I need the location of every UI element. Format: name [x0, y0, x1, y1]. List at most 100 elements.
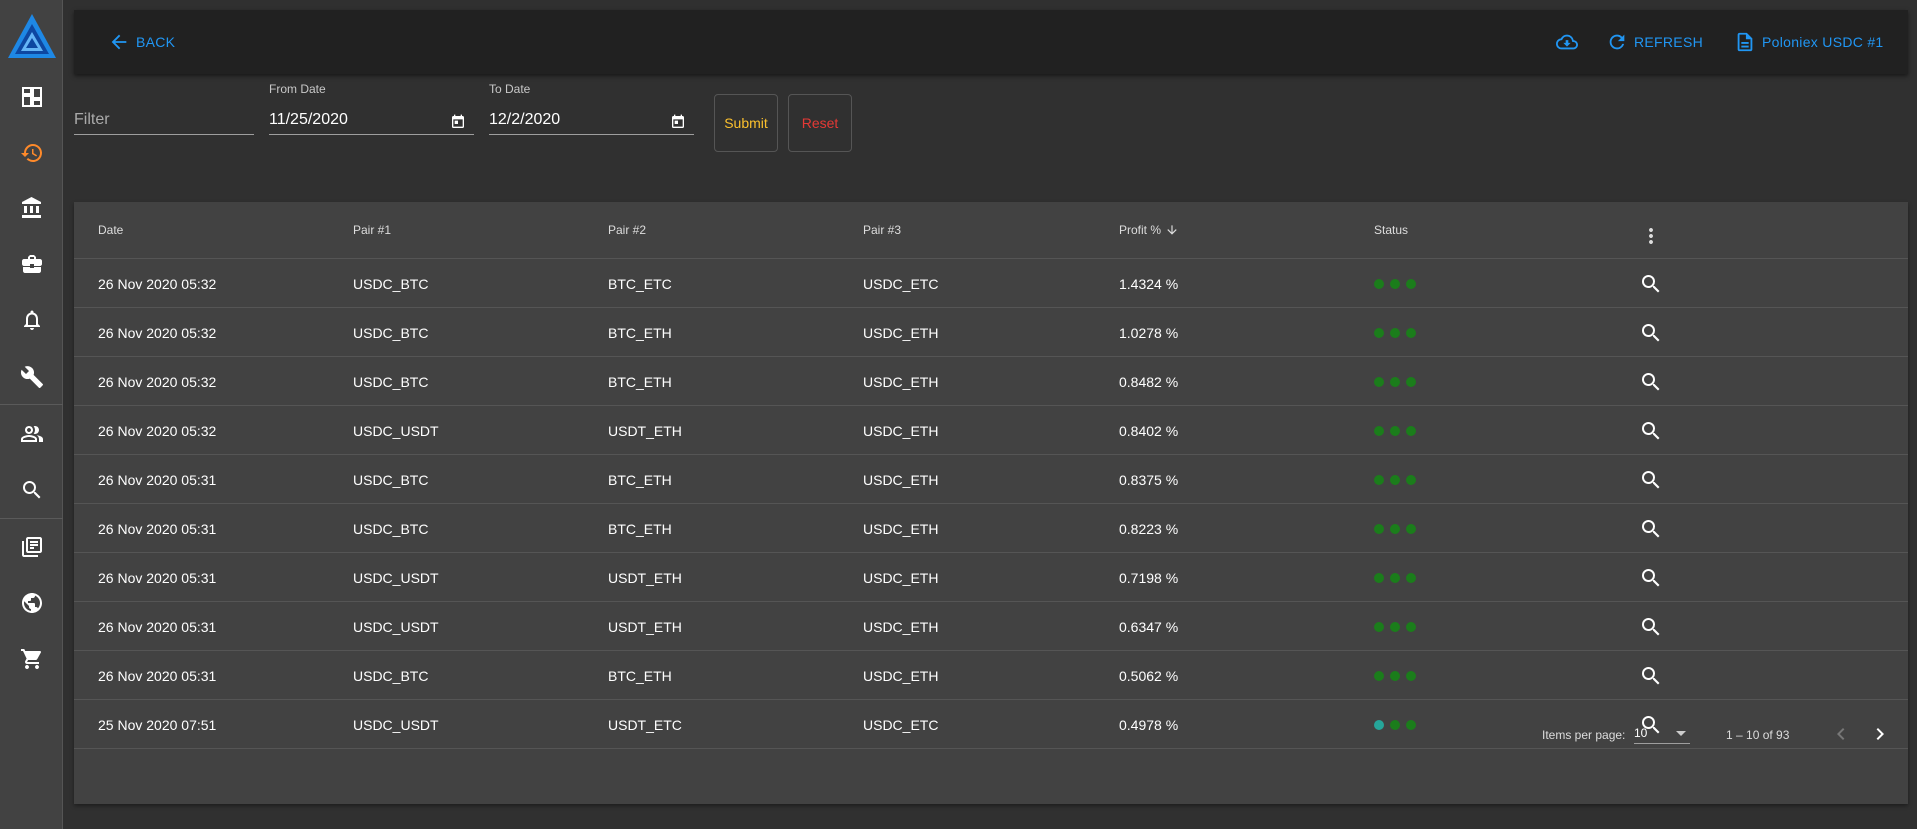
- submit-button[interactable]: Submit: [714, 94, 778, 152]
- magnify-icon[interactable]: [1639, 468, 1663, 492]
- status-dot: [1406, 279, 1416, 289]
- cell-pair1: USDC_BTC: [353, 325, 429, 341]
- refresh-label: REFRESH: [1634, 34, 1703, 50]
- arrow-left-icon: [111, 34, 127, 50]
- table-row[interactable]: 26 Nov 2020 05:31 USDC_BTC BTC_ETH USDC_ETH…: [74, 455, 1908, 504]
- cell-pair2: BTC_ETC: [608, 276, 672, 292]
- table-row[interactable]: 26 Nov 2020 05:32 USDC_BTC BTC_ETH USDC_ETH…: [74, 357, 1908, 406]
- column-header-profit[interactable]: Profit %: [1119, 223, 1179, 237]
- magnify-icon[interactable]: [1639, 517, 1663, 541]
- cell-pair2: BTC_ETH: [608, 374, 672, 390]
- cell-profit: 0.8223 %: [1119, 521, 1179, 537]
- magnify-icon[interactable]: [1639, 615, 1663, 639]
- filter-input[interactable]: Filter: [74, 104, 254, 135]
- status-dot: [1374, 573, 1384, 583]
- table-row[interactable]: 26 Nov 2020 05:31 USDC_USDT USDT_ETH USDC_E…: [74, 553, 1908, 602]
- account-button[interactable]: Poloniex USDC #1: [1734, 28, 1884, 56]
- briefcase-icon[interactable]: [0, 244, 63, 284]
- reset-button[interactable]: Reset: [788, 94, 852, 152]
- table-row[interactable]: 26 Nov 2020 05:32 USDC_BTC BTC_ETH USDC_ETH…: [74, 308, 1908, 357]
- cell-profit: 0.8482 %: [1119, 374, 1179, 390]
- dashboard-icon[interactable]: [0, 77, 63, 117]
- status-dot: [1374, 475, 1384, 485]
- cell-pair1: USDC_BTC: [353, 374, 429, 390]
- status-dot: [1374, 279, 1384, 289]
- magnify-icon[interactable]: [1639, 566, 1663, 590]
- column-header-pair1[interactable]: Pair #1: [353, 223, 391, 237]
- search-icon[interactable]: [0, 470, 63, 510]
- table-row[interactable]: 26 Nov 2020 05:31 USDC_BTC BTC_ETH USDC_ETH…: [74, 504, 1908, 553]
- cell-pair3: USDC_ETH: [863, 325, 939, 341]
- history-icon[interactable]: [0, 133, 63, 173]
- cell-profit: 0.5062 %: [1119, 668, 1179, 684]
- status-dot: [1374, 524, 1384, 534]
- back-button[interactable]: BACK: [108, 28, 175, 56]
- to-date-label: To Date: [489, 82, 531, 96]
- refresh-button[interactable]: REFRESH: [1606, 28, 1703, 56]
- column-header-pair3[interactable]: Pair #3: [863, 223, 901, 237]
- calendar-icon[interactable]: [670, 114, 686, 130]
- next-page-icon[interactable]: [1868, 722, 1892, 746]
- status-dot: [1374, 328, 1384, 338]
- paginator: Items per page: 10 1 – 10 of 93: [74, 706, 1908, 762]
- previous-page-icon[interactable]: [1829, 722, 1853, 746]
- table-row[interactable]: 26 Nov 2020 05:32 USDC_USDT USDT_ETH USDC_E…: [74, 406, 1908, 455]
- library-icon[interactable]: [0, 527, 63, 567]
- cell-pair2: USDT_ETH: [608, 423, 682, 439]
- table-row[interactable]: 26 Nov 2020 05:32 USDC_BTC BTC_ETC USDC_ETC…: [74, 259, 1908, 308]
- items-per-page-label: Items per page:: [1542, 728, 1626, 742]
- cell-pair3: USDC_ETH: [863, 668, 939, 684]
- more-vert-icon[interactable]: [1639, 224, 1663, 248]
- cell-date: 26 Nov 2020 05:32: [98, 276, 217, 292]
- globe-icon[interactable]: [0, 583, 63, 623]
- calendar-icon[interactable]: [450, 114, 466, 130]
- page-size-select[interactable]: 10: [1634, 722, 1690, 744]
- app-logo[interactable]: [6, 12, 58, 60]
- cloud-download-icon: [1556, 34, 1578, 50]
- status-dot: [1390, 671, 1400, 681]
- to-date-value: 12/2/2020: [489, 111, 561, 128]
- cell-date: 26 Nov 2020 05:32: [98, 423, 217, 439]
- cell-pair1: USDC_BTC: [353, 472, 429, 488]
- arrow-down-icon: [1167, 225, 1177, 235]
- status-dot: [1406, 377, 1416, 387]
- magnify-icon[interactable]: [1639, 370, 1663, 394]
- cell-pair1: USDC_BTC: [353, 521, 429, 537]
- cell-date: 26 Nov 2020 05:32: [98, 325, 217, 341]
- column-header-pair2[interactable]: Pair #2: [608, 223, 646, 237]
- status-dot: [1406, 524, 1416, 534]
- sidebar-divider: [0, 404, 63, 405]
- magnify-icon[interactable]: [1639, 272, 1663, 296]
- status-dot: [1374, 426, 1384, 436]
- refresh-icon: [1609, 34, 1625, 50]
- column-header-status[interactable]: Status: [1374, 223, 1408, 237]
- cell-date: 26 Nov 2020 05:31: [98, 570, 217, 586]
- bell-icon[interactable]: [0, 300, 63, 340]
- table-row[interactable]: 26 Nov 2020 05:31 USDC_BTC BTC_ETH USDC_ETH…: [74, 651, 1908, 700]
- magnify-icon[interactable]: [1639, 419, 1663, 443]
- cell-pair3: USDC_ETH: [863, 521, 939, 537]
- magnify-icon[interactable]: [1639, 321, 1663, 345]
- magnify-icon[interactable]: [1639, 664, 1663, 688]
- cell-profit: 1.4324 %: [1119, 276, 1179, 292]
- table-header: Date Pair #1 Pair #2 Pair #3 Profit % St…: [74, 202, 1908, 259]
- cell-pair3: USDC_ETH: [863, 423, 939, 439]
- download-button[interactable]: [1556, 28, 1584, 56]
- cart-icon[interactable]: [0, 639, 63, 679]
- cell-pair2: BTC_ETH: [608, 668, 672, 684]
- filter-placeholder: Filter: [74, 111, 110, 128]
- people-icon[interactable]: [0, 414, 63, 454]
- table-row[interactable]: 26 Nov 2020 05:31 USDC_USDT USDT_ETH USDC_E…: [74, 602, 1908, 651]
- to-date-field[interactable]: To Date 12/2/2020: [489, 82, 694, 135]
- cell-pair1: USDC_USDT: [353, 570, 439, 586]
- bank-icon[interactable]: [0, 188, 63, 228]
- cell-profit: 1.0278 %: [1119, 325, 1179, 341]
- cell-pair3: USDC_ETH: [863, 619, 939, 635]
- status-indicator: [1374, 573, 1422, 583]
- status-dot: [1390, 475, 1400, 485]
- cell-profit: 0.6347 %: [1119, 619, 1179, 635]
- column-header-date[interactable]: Date: [98, 223, 123, 237]
- from-date-field[interactable]: From Date 11/25/2020: [269, 82, 474, 135]
- wrench-icon[interactable]: [0, 357, 63, 397]
- cell-pair2: BTC_ETH: [608, 325, 672, 341]
